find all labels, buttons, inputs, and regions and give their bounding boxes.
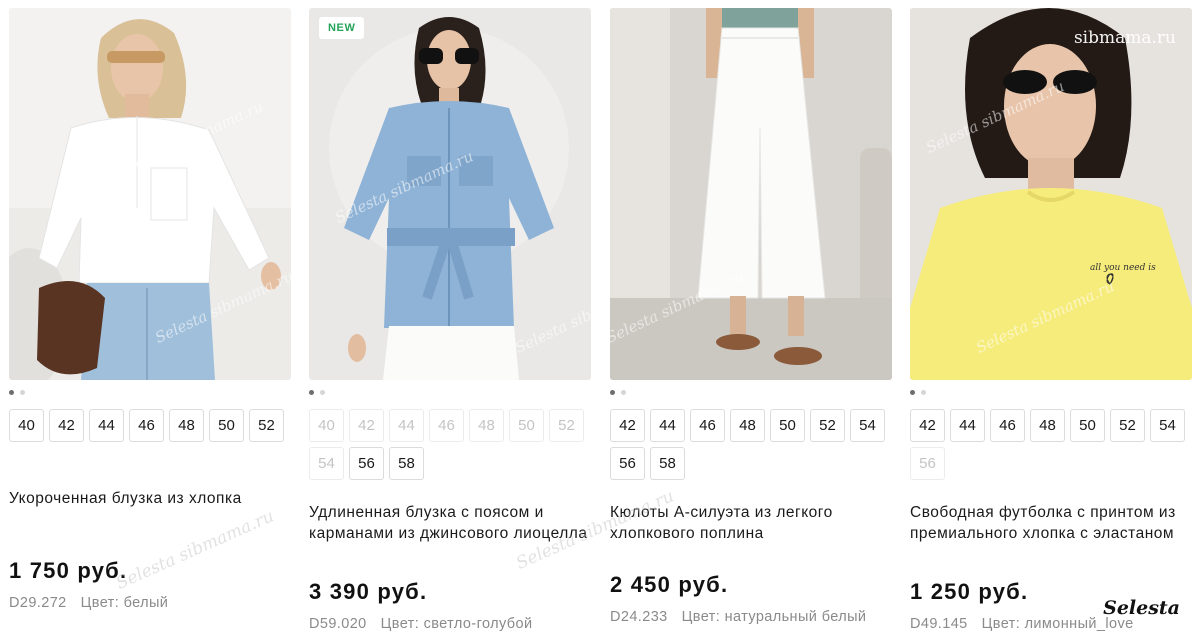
size-list: 40 42 44 46 48 50 52 54 56 58 xyxy=(309,409,594,480)
size-option[interactable]: 52 xyxy=(810,409,845,442)
size-option-unavailable: 42 xyxy=(349,409,384,442)
new-badge: NEW xyxy=(319,17,365,39)
size-option[interactable]: 48 xyxy=(1030,409,1065,442)
size-option[interactable]: 58 xyxy=(389,447,424,480)
product-price: 3 390 руб. xyxy=(309,579,428,604)
size-option[interactable]: 48 xyxy=(169,409,204,442)
product-color: Цвет: белый xyxy=(80,595,169,611)
product-title[interactable]: Свободная футболка с принтом из премиаль… xyxy=(910,502,1192,544)
product-title[interactable]: Удлиненная блузка с поясом и карманами и… xyxy=(309,502,591,544)
carousel-dot[interactable] xyxy=(910,389,915,395)
product-meta: D29.272 Цвет: белый xyxy=(9,595,168,611)
size-option[interactable]: 56 xyxy=(610,447,645,480)
size-option[interactable]: 52 xyxy=(1110,409,1145,442)
product-meta: D49.145 Цвет: лимонный_love xyxy=(910,616,1134,632)
product-code: D59.020 xyxy=(309,616,367,632)
carousel-dot[interactable] xyxy=(921,389,926,395)
size-option-unavailable: 44 xyxy=(389,409,424,442)
site-watermark: sibmama.ru xyxy=(1073,28,1176,48)
size-option-unavailable: 50 xyxy=(509,409,544,442)
size-option[interactable]: 54 xyxy=(850,409,885,442)
product-card[interactable]: all you need is sibmama.ru Selesta sibma… xyxy=(910,8,1192,641)
size-option-unavailable: 56 xyxy=(910,447,945,480)
size-option[interactable]: 42 xyxy=(610,409,645,442)
size-option-unavailable: 52 xyxy=(549,409,584,442)
carousel-dot[interactable] xyxy=(621,389,626,395)
size-option-unavailable: 54 xyxy=(309,447,344,480)
size-option[interactable]: 48 xyxy=(730,409,765,442)
product-image-white-blouse xyxy=(9,8,291,380)
size-option-unavailable: 48 xyxy=(469,409,504,442)
product-photo[interactable]: Selesta sibmama.ru xyxy=(610,8,892,380)
product-title[interactable]: Укороченная блузка из хлопка xyxy=(9,488,291,509)
size-list: 42 44 46 48 50 52 54 56 58 xyxy=(610,409,895,480)
size-option[interactable]: 42 xyxy=(910,409,945,442)
product-code: D29.272 xyxy=(9,595,67,611)
size-option[interactable]: 58 xyxy=(650,447,685,480)
product-photo[interactable]: Selesta sibmama.ru Selesta sibmama.ru xyxy=(9,8,291,380)
signature-watermark: Selesta xyxy=(1103,597,1180,619)
size-option[interactable]: 44 xyxy=(950,409,985,442)
carousel-dot[interactable] xyxy=(20,389,25,395)
size-option[interactable]: 42 xyxy=(49,409,84,442)
product-card[interactable]: Selesta sibmama.ru Selesta sibmama.ru 40… xyxy=(9,8,291,641)
size-option[interactable]: 46 xyxy=(129,409,164,442)
size-option[interactable]: 44 xyxy=(89,409,124,442)
size-option[interactable]: 40 xyxy=(9,409,44,442)
product-price: 1 750 руб. xyxy=(9,558,128,583)
size-option-unavailable: 40 xyxy=(309,409,344,442)
size-option-unavailable: 46 xyxy=(429,409,464,442)
size-option[interactable]: 56 xyxy=(349,447,384,480)
size-list: 42 44 46 48 50 52 54 56 xyxy=(910,409,1195,480)
product-color: Цвет: натуральный белый xyxy=(681,609,867,625)
product-price: 1 250 руб. xyxy=(910,579,1029,604)
product-price: 2 450 руб. xyxy=(610,572,729,597)
product-photo[interactable]: all you need is sibmama.ru Selesta sibma… xyxy=(910,8,1192,380)
shirt-print-text: all you need is xyxy=(1090,263,1156,273)
product-code: D49.145 xyxy=(910,616,968,632)
image-carousel-dots[interactable] xyxy=(309,387,325,397)
product-meta: D24.233 Цвет: натуральный белый xyxy=(610,609,866,625)
product-code: D24.233 xyxy=(610,609,668,625)
image-carousel-dots[interactable] xyxy=(910,387,926,397)
size-list: 40 42 44 46 48 50 52 xyxy=(9,409,294,442)
size-option[interactable]: 50 xyxy=(1070,409,1105,442)
image-carousel-dots[interactable] xyxy=(9,387,25,397)
product-meta: D59.020 Цвет: светло-голубой xyxy=(309,616,532,632)
size-option[interactable]: 44 xyxy=(650,409,685,442)
product-card[interactable]: Selesta sibmama.ru 42 44 46 48 50 52 54 … xyxy=(610,8,892,641)
size-option[interactable]: 54 xyxy=(1150,409,1185,442)
size-option[interactable]: 46 xyxy=(990,409,1025,442)
carousel-dot[interactable] xyxy=(309,389,314,395)
size-option[interactable]: 50 xyxy=(209,409,244,442)
product-color: Цвет: светло-голубой xyxy=(380,616,533,632)
carousel-dot[interactable] xyxy=(610,389,615,395)
size-option[interactable]: 52 xyxy=(249,409,284,442)
size-option[interactable]: 46 xyxy=(690,409,725,442)
image-carousel-dots[interactable] xyxy=(610,387,626,397)
carousel-dot[interactable] xyxy=(320,389,325,395)
product-photo[interactable]: NEW Selesta sibmama.ru Selesta sibmama.r… xyxy=(309,8,591,380)
carousel-dot[interactable] xyxy=(9,389,14,395)
size-option[interactable]: 50 xyxy=(770,409,805,442)
